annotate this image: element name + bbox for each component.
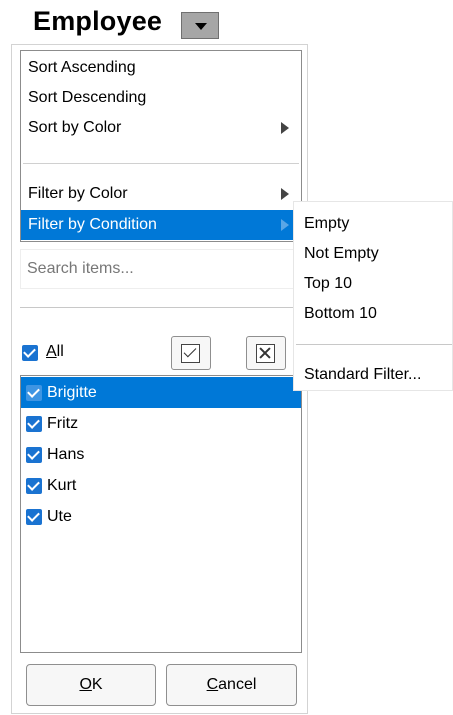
menu-sort-ascending[interactable]: Sort Ascending (21, 53, 301, 83)
submenu-item-label: Top 10 (304, 275, 353, 292)
submenu-item-label: Not Empty (304, 245, 379, 262)
menu-filter-by-condition[interactable]: Filter by Condition (21, 210, 301, 240)
autofilter-menu: Sort Ascending Sort Descending Sort by C… (20, 50, 302, 242)
cancel-button[interactable]: Cancel (166, 664, 297, 706)
submenu-item-label: Standard Filter... (304, 366, 422, 383)
list-item-label: Kurt (47, 477, 77, 494)
all-row: All (20, 335, 302, 371)
uncheck-all-button[interactable] (246, 336, 286, 370)
submenu-empty[interactable]: Empty (294, 209, 452, 239)
search-input[interactable]: Search items... (20, 249, 302, 289)
list-item[interactable]: Kurt (21, 470, 301, 501)
submenu-not-empty[interactable]: Not Empty (294, 239, 452, 269)
submenu-bottom-10[interactable]: Bottom 10 (294, 299, 452, 329)
all-label-mnemonic: A (46, 343, 57, 360)
menu-sort-descending[interactable]: Sort Descending (21, 83, 301, 113)
submenu-standard-filter[interactable]: Standard Filter... (294, 360, 452, 390)
checkbox-icon[interactable] (26, 509, 42, 525)
uncheck-all-icon (256, 344, 275, 363)
all-label-rest: ll (56, 343, 64, 360)
ok-mnemonic: O (79, 676, 92, 693)
list-item-label: Fritz (47, 415, 79, 432)
checkbox-icon[interactable] (26, 447, 42, 463)
all-checkbox-label[interactable]: All (46, 343, 64, 361)
check-all-icon (181, 344, 200, 363)
cancel-label-rest: ancel (218, 676, 257, 693)
autofilter-popup: Sort Ascending Sort Descending Sort by C… (11, 44, 308, 714)
submenu-item-label: Empty (304, 215, 350, 232)
submenu-top-10[interactable]: Top 10 (294, 269, 452, 299)
checkbox-icon[interactable] (26, 385, 42, 401)
autofilter-dropdown-button[interactable] (181, 12, 219, 39)
list-item[interactable]: Ute (21, 501, 301, 532)
list-item[interactable]: Hans (21, 439, 301, 470)
search-placeholder: Search items... (27, 260, 134, 277)
list-item-label: Brigitte (47, 384, 97, 401)
check-all-button[interactable] (171, 336, 211, 370)
submenu-item-label: Bottom 10 (304, 305, 377, 322)
menu-item-label: Sort Ascending (28, 59, 136, 76)
menu-item-label: Sort Descending (28, 89, 147, 106)
checkbox-icon[interactable] (22, 345, 38, 361)
menu-item-label: Sort by Color (28, 119, 122, 136)
ok-button[interactable]: OK (26, 664, 156, 706)
submenu-arrow-icon (281, 188, 289, 200)
menu-divider (23, 163, 299, 164)
submenu-arrow-icon (281, 122, 289, 134)
ok-label-rest: K (91, 676, 103, 693)
list-item-label: Ute (47, 508, 72, 525)
cancel-mnemonic: C (206, 676, 219, 693)
column-header-title: Employee (33, 6, 163, 36)
divider (20, 307, 302, 308)
menu-sort-by-color[interactable]: Sort by Color (21, 113, 301, 143)
submenu-divider (296, 344, 452, 345)
menu-item-label: Filter by Condition (28, 216, 157, 233)
values-list[interactable]: Brigitte Fritz Hans Kurt Ute (20, 375, 302, 653)
checkbox-icon[interactable] (26, 478, 42, 494)
checkbox-icon[interactable] (26, 416, 42, 432)
list-item[interactable]: Fritz (21, 408, 301, 439)
menu-filter-by-color[interactable]: Filter by Color (21, 179, 301, 209)
list-item-label: Hans (47, 446, 85, 463)
submenu-arrow-icon (281, 219, 289, 231)
list-item[interactable]: Brigitte (21, 377, 301, 408)
condition-submenu: Empty Not Empty Top 10 Bottom 10 Standar… (293, 201, 453, 391)
autofilter-header: Employee (0, 0, 453, 44)
menu-item-label: Filter by Color (28, 185, 128, 202)
